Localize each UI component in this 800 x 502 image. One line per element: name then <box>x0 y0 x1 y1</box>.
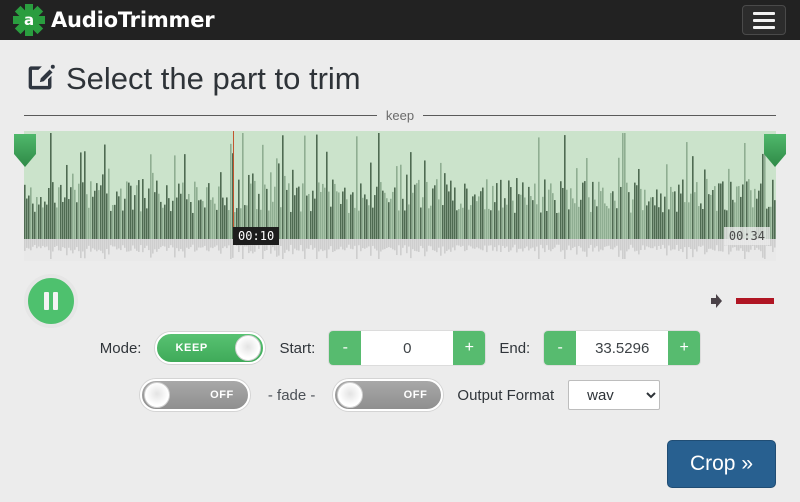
selection-mode-label: keep <box>385 108 415 123</box>
fade-out-toggle-value: OFF <box>403 389 428 401</box>
trim-controls-row: Mode: KEEP Start: - + End: - + <box>0 331 800 365</box>
waveform-region[interactable]: 00:10 00:34 <box>14 131 786 261</box>
output-format-select[interactable]: wavmp3m4aogg <box>568 380 661 410</box>
fade-in-toggle[interactable]: OFF <box>139 379 250 411</box>
playhead-cursor[interactable] <box>233 131 235 239</box>
volume-slider[interactable] <box>736 298 774 304</box>
mode-toggle[interactable]: KEEP <box>155 332 266 364</box>
fade-format-row: OFF - fade - OFF Output Format wavmp3m4a… <box>0 379 800 411</box>
end-decrement-button[interactable]: - <box>544 331 577 365</box>
mode-label: Mode: <box>99 339 142 357</box>
volume-control[interactable] <box>711 294 774 308</box>
pause-icon-bar <box>44 292 49 310</box>
mode-toggle-knob[interactable] <box>235 335 262 361</box>
fade-out-toggle[interactable]: OFF <box>333 379 444 411</box>
crop-action-area: Crop » <box>666 440 776 488</box>
crop-button[interactable]: Crop » <box>666 440 776 488</box>
selection-end-handle[interactable] <box>762 133 788 169</box>
brand-name: AudioTrimmer <box>51 8 215 32</box>
start-stepper: - + <box>329 331 486 365</box>
end-increment-button[interactable]: + <box>668 331 701 365</box>
selection-start-handle[interactable] <box>12 133 38 169</box>
brand-logo[interactable]: a AudioTrimmer <box>13 4 215 36</box>
fade-in-toggle-value: OFF <box>210 389 234 401</box>
transport-row <box>24 273 776 329</box>
waveform-graphic <box>24 131 776 261</box>
audiotrimmer-logo-icon: a <box>13 4 45 36</box>
divider-rule-right <box>423 115 777 116</box>
end-label: End: <box>499 339 531 357</box>
fade-out-toggle-knob[interactable] <box>337 382 364 408</box>
divider-rule-left <box>24 115 377 116</box>
mode-toggle-value: KEEP <box>175 342 208 354</box>
end-stepper: - + <box>544 331 701 365</box>
start-input[interactable] <box>361 331 454 365</box>
cursor-time-label: 00:10 <box>233 227 280 245</box>
hamburger-bar-icon <box>753 25 775 29</box>
selection-mode-divider: keep <box>24 108 777 123</box>
output-format-label: Output Format <box>457 386 555 404</box>
waveform-canvas[interactable] <box>24 131 776 261</box>
top-navbar: a AudioTrimmer <box>0 0 800 40</box>
hamburger-bar-icon <box>753 18 775 22</box>
hamburger-menu-button[interactable] <box>742 5 786 35</box>
end-input[interactable] <box>576 331 669 365</box>
speaker-icon[interactable] <box>711 294 727 308</box>
pause-icon-bar <box>53 292 58 310</box>
logo-letter: a <box>20 11 38 29</box>
end-time-label: 00:34 <box>723 227 770 245</box>
start-label: Start: <box>279 339 316 357</box>
start-decrement-button[interactable]: - <box>329 331 362 365</box>
fade-label: - fade - <box>267 386 316 404</box>
page-header: Select the part to trim <box>0 40 800 94</box>
start-increment-button[interactable]: + <box>453 331 486 365</box>
play-pause-button[interactable] <box>24 274 78 328</box>
page-title: Select the part to trim <box>66 60 361 96</box>
fade-in-toggle-knob[interactable] <box>143 382 170 408</box>
edit-square-icon <box>28 64 55 90</box>
hamburger-bar-icon <box>753 11 775 15</box>
